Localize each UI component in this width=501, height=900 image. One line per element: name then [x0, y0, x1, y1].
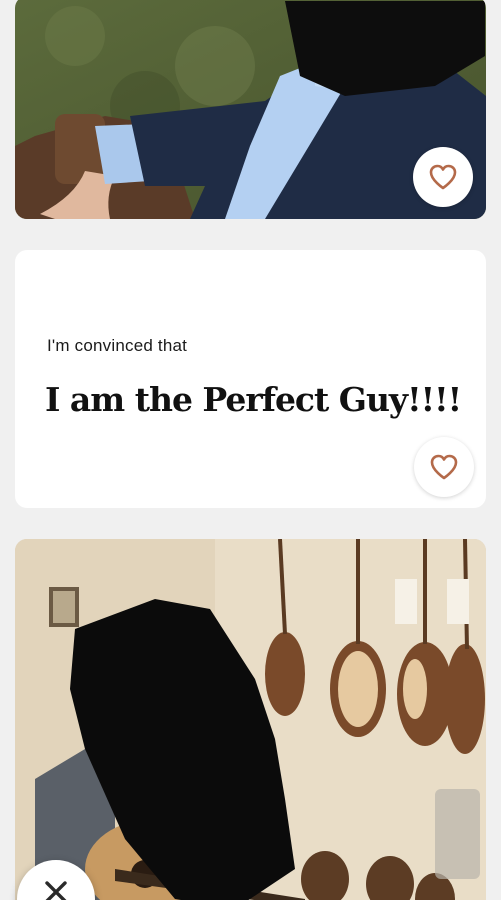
x-icon — [45, 881, 67, 900]
heart-outline-icon — [429, 164, 457, 190]
profile-photo-2[interactable] — [15, 539, 486, 900]
prompt-question: I'm convinced that — [47, 336, 188, 355]
like-photo-1-button[interactable] — [413, 147, 473, 207]
heart-outline-icon — [430, 454, 458, 480]
prompt-answer: I am the Perfect Guy!!!! — [45, 380, 462, 419]
photo-2-image — [15, 539, 486, 900]
like-prompt-button[interactable] — [414, 437, 474, 497]
